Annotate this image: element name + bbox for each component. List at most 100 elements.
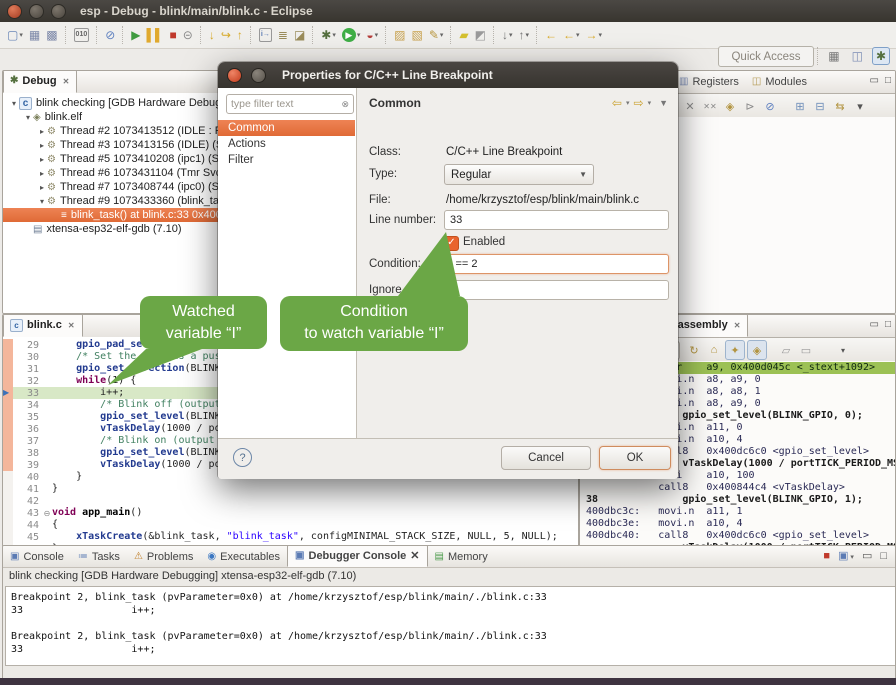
condition-field[interactable] — [444, 254, 669, 274]
run-icon[interactable]: ▶▾ — [340, 25, 363, 45]
dialog-minimize-button[interactable] — [251, 68, 266, 83]
view-menu-icon[interactable]: ▾ — [851, 97, 869, 115]
new-wizard-icon[interactable]: ▢▾ — [5, 25, 25, 45]
refresh-view-icon[interactable]: ↻ — [685, 341, 703, 359]
terminate-console-icon[interactable]: ■ — [823, 550, 830, 562]
expander-icon[interactable]: ▸ — [37, 155, 47, 164]
link-with-debug-icon[interactable]: ⇆ — [831, 97, 849, 115]
new-cpp-item-icon[interactable]: ▨ — [392, 25, 407, 45]
expander-icon[interactable]: ▾ — [37, 197, 47, 206]
remove-breakpoint-icon[interactable]: ✕ — [681, 97, 699, 115]
tab-registers[interactable]: ▥Registers — [673, 71, 746, 93]
menu-icon[interactable]: ▼ — [659, 98, 668, 108]
annotation-ruler[interactable] — [3, 507, 13, 519]
clear-filter-icon[interactable]: ⊗ — [341, 99, 349, 110]
annotation-ruler[interactable] — [3, 435, 13, 447]
open-perspective-button[interactable]: ▦ — [825, 48, 842, 64]
maximize-icon[interactable]: □ — [885, 75, 891, 86]
debug-icon[interactable]: ✱▾ — [319, 25, 338, 45]
dialog-nav-item-common[interactable]: Common — [218, 120, 355, 136]
window-minimize-button[interactable] — [29, 4, 44, 19]
pin-view-icon[interactable]: ▭ — [797, 341, 815, 359]
annotation-ruler[interactable] — [3, 447, 13, 459]
type-dropdown[interactable]: Regular ▼ — [444, 164, 594, 185]
dialog-nav-item-actions[interactable]: Actions — [218, 136, 355, 152]
line-number-field[interactable] — [444, 210, 669, 230]
expander-icon[interactable]: ▸ — [37, 183, 47, 192]
remove-all-breakpoints-icon[interactable]: ✕✕ — [701, 97, 719, 115]
expander-icon[interactable]: ▸ — [37, 141, 47, 150]
filter-input[interactable]: type filter text ⊗ — [226, 94, 354, 114]
tab-memory[interactable]: ▤Memory — [428, 546, 495, 567]
ok-button[interactable]: OK — [599, 446, 671, 470]
annotation-ruler[interactable] — [3, 351, 13, 363]
maximize-icon[interactable]: □ — [885, 319, 891, 330]
annotation-ruler[interactable] — [3, 363, 13, 375]
disconnect-icon[interactable]: ⊝ — [181, 25, 195, 45]
minimize-icon[interactable]: ▭ — [870, 319, 879, 330]
breakpoint-pointer-icon[interactable]: ▶ — [3, 388, 9, 397]
next-annotation-icon[interactable]: ↓▾ — [500, 25, 515, 45]
annotation-ruler[interactable] — [3, 483, 13, 495]
annotation-ruler[interactable] — [3, 471, 13, 483]
flash-icon[interactable]: ✎▾ — [427, 25, 446, 45]
track-expression-icon[interactable]: ◈ — [747, 340, 767, 360]
annotation-ruler[interactable] — [3, 399, 13, 411]
close-icon[interactable]: ✕ — [68, 321, 75, 330]
console-output[interactable]: Breakpoint 2, blink_task (pvParameter=0x… — [5, 586, 896, 666]
skip-all-icon[interactable]: ⊘ — [761, 97, 779, 115]
open-new-view-icon[interactable]: ▱ — [777, 341, 795, 359]
tab-executables[interactable]: ◉Executables — [200, 546, 287, 567]
dialog-close-button[interactable] — [227, 68, 242, 83]
step-return-icon[interactable]: ↑ — [235, 25, 245, 45]
home-icon[interactable]: ⌂ — [705, 341, 723, 359]
use-step-filters-icon[interactable]: ◪ — [292, 25, 307, 45]
highlighter-icon[interactable]: ▰ — [457, 25, 470, 45]
tab-debugger-console[interactable]: ▣Debugger Console✕ — [287, 545, 427, 567]
collapse-all-icon[interactable]: ⊟ — [811, 97, 829, 115]
dialog-nav-list[interactable]: CommonActionsFilter — [218, 120, 355, 168]
terminate-icon[interactable]: ■ — [168, 25, 179, 45]
annotation-ruler[interactable] — [3, 423, 13, 435]
previous-annotation-icon[interactable]: ↑▾ — [517, 25, 532, 45]
maximize-icon[interactable]: □ — [880, 550, 887, 562]
fold-icon[interactable]: ⊖ — [42, 509, 52, 518]
display-selected-console-icon[interactable]: ▣ ▾ — [838, 549, 854, 562]
expander-icon[interactable]: ▾ — [23, 113, 33, 122]
dialog-nav-item-filter[interactable]: Filter — [218, 152, 355, 168]
last-edit-location-icon[interactable]: ← — [543, 25, 559, 45]
forward-icon[interactable]: ⇨ — [634, 96, 644, 110]
close-icon[interactable]: ✕ — [63, 77, 70, 86]
instruction-stepping-icon[interactable]: i→ — [257, 25, 274, 45]
annotation-ruler[interactable] — [3, 459, 13, 471]
back-icon[interactable]: ←▾ — [561, 25, 582, 45]
show-breakpoints-for-target-icon[interactable]: ◈ — [721, 97, 739, 115]
close-icon[interactable]: ✕ — [410, 549, 419, 562]
tab-debug[interactable]: ✱ Debug ✕ — [3, 70, 77, 93]
expand-all-icon[interactable]: ⊞ — [791, 97, 809, 115]
forward-icon[interactable]: →▾ — [584, 25, 605, 45]
go-to-file-icon[interactable]: ⊳ — [741, 97, 759, 115]
tab-problems[interactable]: ⚠Problems — [127, 546, 200, 567]
back-icon[interactable]: ⇦ — [612, 96, 622, 110]
cpp-perspective-button[interactable]: ◫ — [849, 48, 866, 64]
quick-access-button[interactable]: Quick Access — [718, 46, 814, 67]
chevron-down-icon[interactable]: ▾ — [648, 99, 652, 107]
skip-all-breakpoints-icon[interactable]: ⊘ — [103, 25, 117, 45]
annotation-ruler[interactable] — [3, 531, 13, 543]
tab-modules[interactable]: ◫Modules — [746, 71, 814, 93]
save-all-icon[interactable]: ▩ — [44, 25, 59, 45]
show-source-icon[interactable]: ✦ — [725, 340, 745, 360]
tab-tasks[interactable]: ≔Tasks — [71, 546, 127, 567]
save-icon[interactable]: ▦ — [27, 25, 42, 45]
view-menu-icon[interactable]: ▾ — [834, 341, 852, 359]
annotation-ruler[interactable] — [3, 339, 13, 351]
annotation-ruler[interactable] — [3, 411, 13, 423]
expander-icon[interactable]: ▸ — [37, 127, 47, 136]
minimize-icon[interactable]: ▭ — [870, 75, 879, 86]
minimize-icon[interactable]: ▭ — [862, 549, 872, 562]
ignore-count-field[interactable] — [444, 280, 669, 300]
external-tools-icon[interactable]: ◒▾ — [364, 25, 380, 45]
show-debug-elements-icon[interactable]: ≣ — [276, 25, 290, 45]
tab-blink-c[interactable]: c blink.c ✕ — [3, 314, 83, 337]
